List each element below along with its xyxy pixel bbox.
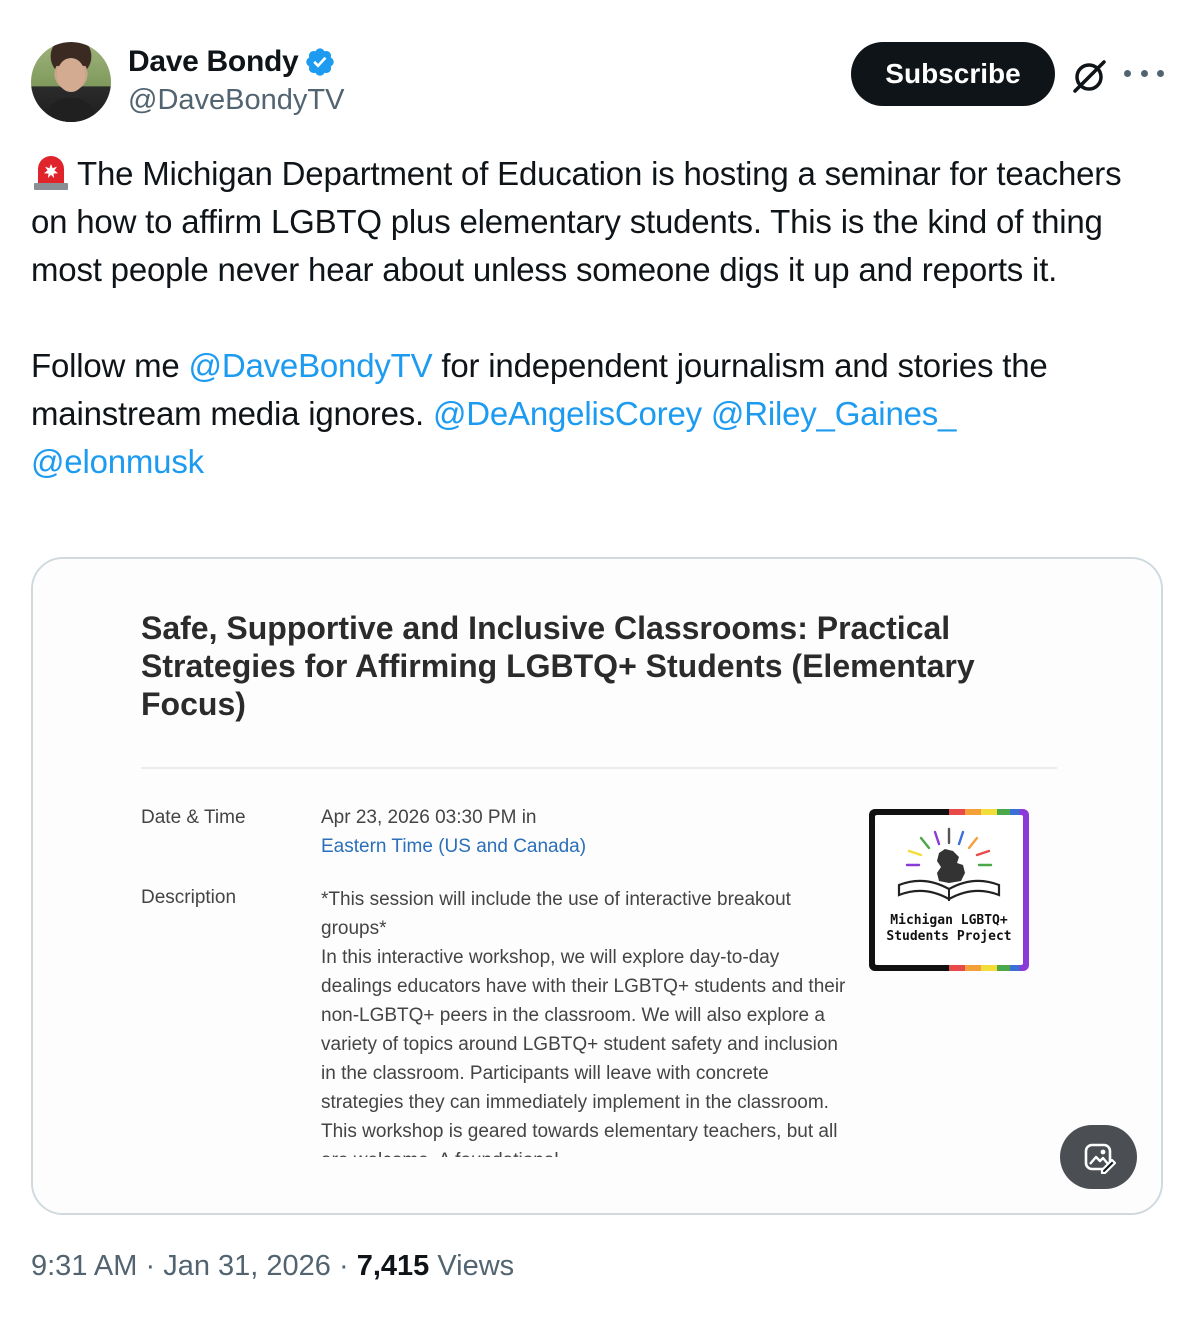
more-dot xyxy=(1157,69,1164,77)
tweet-paragraph-1-text: The Michigan Department of Education is … xyxy=(31,155,1122,288)
police-light-icon xyxy=(34,156,68,190)
description-text: *This session will include the use of in… xyxy=(321,885,851,1157)
date-time-value: Apr 23, 2026 03:30 PM in xyxy=(321,807,537,828)
subscribe-button[interactable]: Subscribe xyxy=(851,42,1055,106)
description-line-2: In this interactive workshop, we will ex… xyxy=(321,947,846,1157)
media-image-card[interactable]: Safe, Supportive and Inclusive Classroom… xyxy=(31,557,1163,1215)
event-screenshot: Safe, Supportive and Inclusive Classroom… xyxy=(33,559,1161,1213)
grok-icon[interactable] xyxy=(1068,54,1112,98)
mention-link-riley-gaines[interactable]: @Riley_Gaines_ xyxy=(711,395,957,432)
logo-text-line-2: Students Project xyxy=(886,929,1012,944)
mention-link-deangeliscorey[interactable]: @DeAngelisCorey xyxy=(433,395,702,432)
tweet-meta: 9:31 AM · Jan 31, 2026 · 7,415 Views xyxy=(31,1250,514,1283)
avatar-shirt xyxy=(45,98,97,122)
tweet-time[interactable]: 9:31 AM xyxy=(31,1250,137,1282)
views-label: Views xyxy=(437,1250,515,1282)
logo-text: Michigan LGBTQ+ Students Project xyxy=(875,913,1023,945)
tweet-paragraph-2: Follow me @DaveBondyTV for independent j… xyxy=(31,342,1161,486)
description-label: Description xyxy=(141,887,237,908)
date-time-value-block: Apr 23, 2026 03:30 PM in Eastern Time (U… xyxy=(321,803,586,861)
more-dot xyxy=(1124,69,1131,77)
avatar-face xyxy=(57,58,85,92)
event-title: Safe, Supportive and Inclusive Classroom… xyxy=(141,610,975,722)
image-description-button[interactable] xyxy=(1060,1125,1137,1189)
image-description-icon xyxy=(1084,1143,1116,1174)
tweet-date[interactable]: Jan 31, 2026 xyxy=(163,1250,331,1282)
mention-link-davebondytv[interactable]: @DaveBondyTV xyxy=(189,347,433,384)
mention-link-elonmusk[interactable]: @elonmusk xyxy=(31,443,204,480)
book-michigan-icon xyxy=(897,827,1001,901)
author-handle[interactable]: @DaveBondyTV xyxy=(128,84,344,117)
tweet-header: Dave Bondy @DaveBondyTV Subscribe xyxy=(0,0,1194,130)
description-line-1: *This session will include the use of in… xyxy=(321,889,791,939)
author-name-row: Dave Bondy xyxy=(128,44,336,80)
michigan-lgbtq-students-project-logo: Michigan LGBTQ+ Students Project xyxy=(869,809,1029,971)
meta-separator: · xyxy=(338,1250,349,1282)
avatar[interactable] xyxy=(31,42,111,122)
views-count: 7,415 xyxy=(356,1250,430,1282)
tweet-paragraph-1: The Michigan Department of Education is … xyxy=(31,150,1161,294)
logo-text-line-1: Michigan LGBTQ+ xyxy=(890,913,1008,928)
tweet-p2-prefix: Follow me xyxy=(31,347,189,384)
logo-inner: Michigan LGBTQ+ Students Project xyxy=(875,815,1023,965)
meta-separator: · xyxy=(145,1250,156,1282)
event-divider xyxy=(141,767,1057,769)
tweet-text: The Michigan Department of Education is … xyxy=(31,150,1161,486)
verified-badge-icon[interactable] xyxy=(304,46,336,78)
more-icon[interactable] xyxy=(1124,58,1164,88)
author-display-name[interactable]: Dave Bondy xyxy=(128,45,299,79)
more-dot xyxy=(1140,69,1148,77)
timezone-link: Eastern Time (US and Canada) xyxy=(321,836,587,857)
date-time-label: Date & Time xyxy=(141,807,246,828)
